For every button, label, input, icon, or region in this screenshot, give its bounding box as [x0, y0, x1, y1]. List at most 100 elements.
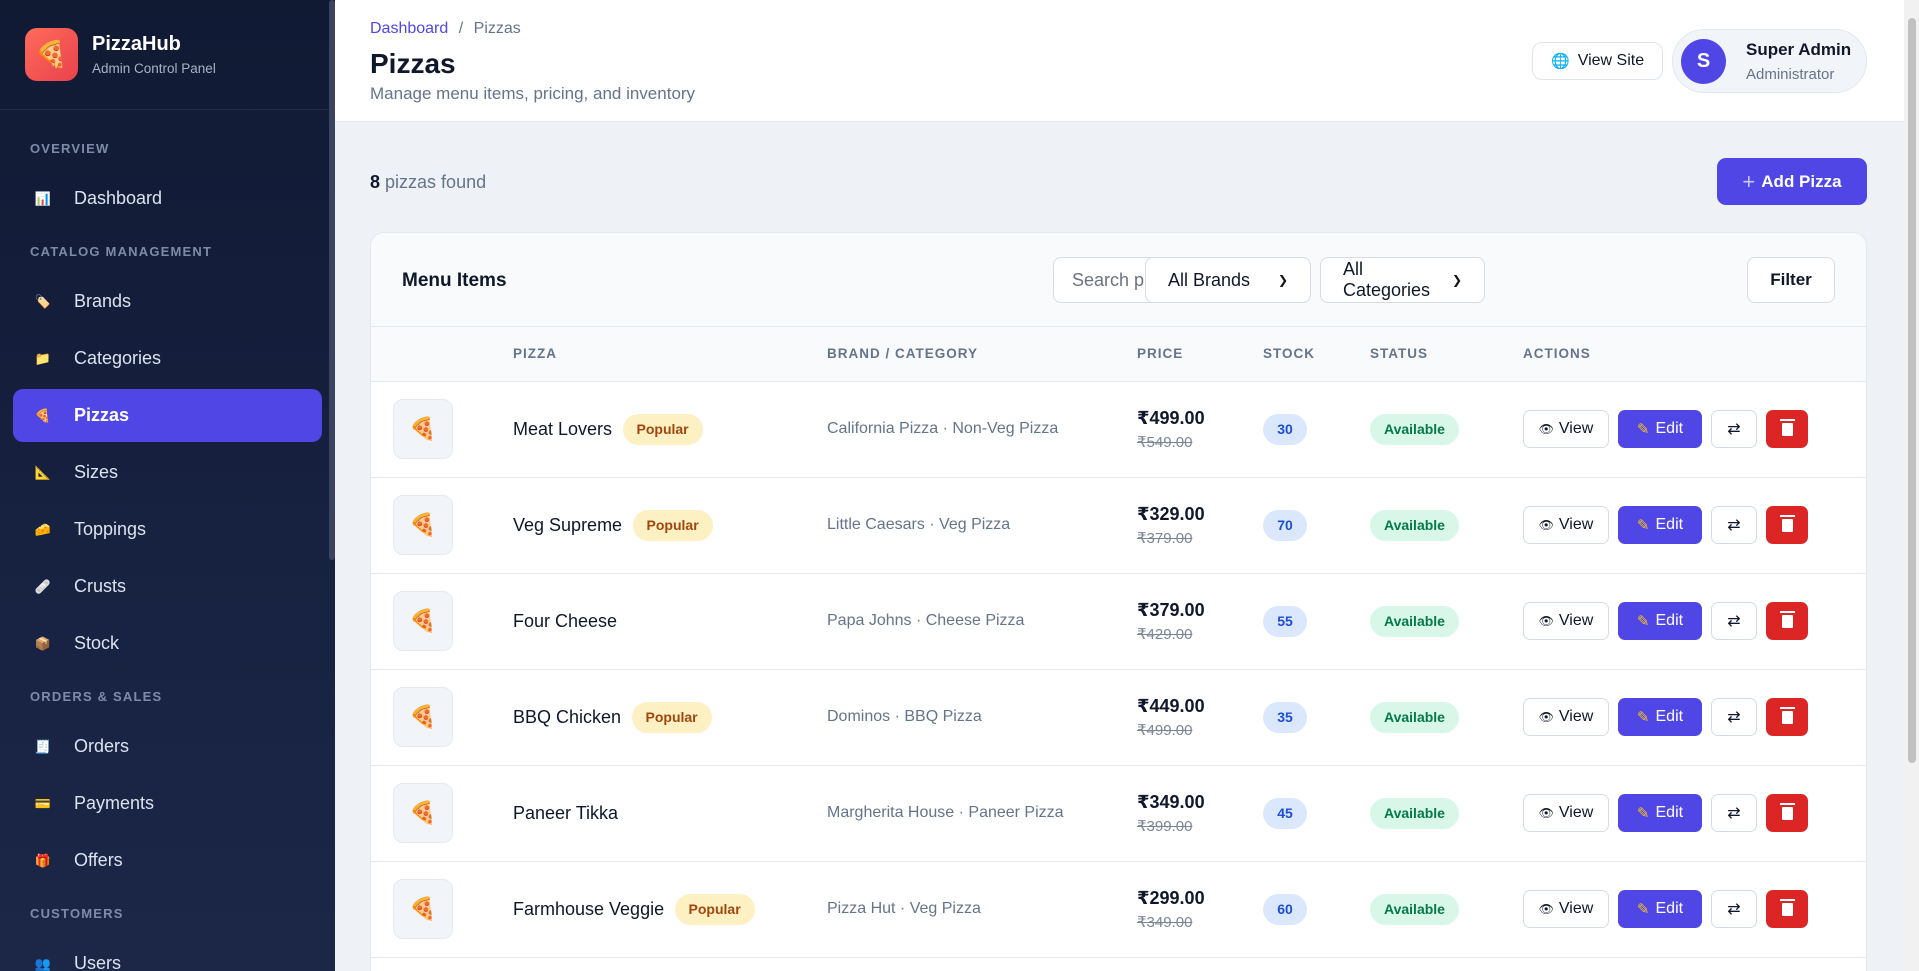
status-badge: Available [1370, 797, 1459, 829]
brand-header[interactable]: 🍕 PizzaHub Admin Control Panel [0, 0, 335, 110]
swap-icon: ⇄ [1727, 613, 1741, 630]
sidebar-item-brands[interactable]: 🏷️ Brands [13, 275, 322, 328]
row-actions: 👁 View ✎ Edit ⇄ [1523, 890, 1866, 928]
delete-button[interactable] [1766, 410, 1808, 448]
toggle-button[interactable]: ⇄ [1711, 698, 1757, 736]
pizza-name: Meat Lovers [513, 418, 613, 439]
app-subtitle: Admin Control Panel [92, 61, 216, 76]
chevron-down-icon: ❯ [1451, 273, 1462, 287]
eye-icon: 👁 [1538, 902, 1554, 916]
brand-category: Papa Johns · Cheese Pizza [827, 612, 1025, 629]
trash-icon [1779, 418, 1795, 436]
sidebar-item-users[interactable]: 👥 Users [13, 937, 322, 971]
trash-icon [1779, 610, 1795, 628]
sidebar-item-payments[interactable]: 💳 Payments [13, 777, 322, 830]
sidebar-item-offers[interactable]: 🎁 Offers [13, 834, 322, 887]
pizza-name: Veg Supreme [513, 514, 623, 535]
sidebar-item-dashboard[interactable]: 📊 Dashboard [13, 172, 322, 225]
toggle-button[interactable]: ⇄ [1711, 410, 1757, 448]
sidebar-item-toppings[interactable]: 🧀 Toppings [13, 503, 322, 556]
filter-button[interactable]: Filter [1747, 257, 1835, 303]
popular-badge: Popular [622, 413, 703, 445]
table-row: 🍕 Farmhouse Veggie Popular Pizza Hut · V… [371, 861, 1866, 957]
add-pizza-button[interactable]: + Add Pizza [1717, 158, 1867, 205]
toggle-button[interactable]: ⇄ [1711, 890, 1757, 928]
sidebar-item-orders[interactable]: 🧾 Orders [13, 720, 322, 773]
sidebar-item-categories[interactable]: 📁 Categories [13, 332, 322, 385]
delete-button[interactable] [1766, 890, 1808, 928]
pizza-table: PIZZA BRAND / CATEGORY PRICE STOCK STATUS ACT… [371, 327, 1866, 958]
stock-badge: 30 [1263, 413, 1307, 445]
swap-icon: ⇄ [1727, 421, 1741, 438]
sidebar-item-stock[interactable]: 📦 Stock [13, 617, 322, 670]
plus-icon: + [1742, 168, 1756, 194]
sidebar-item-crusts[interactable]: 🩹 Crusts [13, 560, 322, 613]
edit-button[interactable]: ✎ Edit [1618, 890, 1702, 928]
sidebar-item-label: Brands [74, 291, 132, 311]
delete-button[interactable] [1766, 602, 1808, 640]
results-count-number: 8 [370, 172, 381, 192]
toggle-button[interactable]: ⇄ [1711, 794, 1757, 832]
pizza-thumbnail-icon: 🍕 [393, 591, 453, 651]
sidebar: 🍕 PizzaHub Admin Control Panel OVERVIEW 📊… [0, 0, 335, 971]
breadcrumb: Dashboard / Pizzas [370, 20, 521, 38]
bandage-icon: 🩹 [34, 578, 52, 594]
delete-button[interactable] [1766, 794, 1808, 832]
row-actions: 👁 View ✎ Edit ⇄ [1523, 602, 1866, 640]
sidebar-item-label: Users [74, 953, 122, 971]
toggle-button[interactable]: ⇄ [1711, 506, 1757, 544]
pizza-name: Paneer Tikka [513, 802, 619, 823]
table-body: 🍕 Meat Lovers Popular California Pizza ·… [371, 381, 1866, 957]
chevron-down-icon: ❯ [1277, 273, 1288, 287]
view-button[interactable]: 👁 View [1523, 506, 1609, 544]
row-actions: 👁 View ✎ Edit ⇄ [1523, 506, 1866, 544]
page-scrollbar-thumb[interactable] [1908, 18, 1916, 763]
view-site-button[interactable]: 🌐 View Site [1532, 42, 1664, 80]
page-scrollbar[interactable] [1904, 0, 1919, 971]
pizza-thumbnail-icon: 🍕 [393, 687, 453, 747]
popular-badge: Popular [674, 893, 755, 925]
sidebar-item-label: Pizzas [74, 405, 130, 425]
status-badge: Available [1370, 893, 1459, 925]
pizza-logo-icon: 🍕 [25, 28, 78, 81]
breadcrumb-dashboard-link[interactable]: Dashboard [370, 20, 448, 37]
sidebar-item-sizes[interactable]: 📐 Sizes [13, 446, 322, 499]
swap-icon: ⇄ [1727, 517, 1741, 534]
edit-button[interactable]: ✎ Edit [1618, 410, 1702, 448]
table-row: 🍕 Veg Supreme Popular Little Caesars · V… [371, 477, 1866, 573]
category-filter-select[interactable]: All Categories ❯ [1320, 257, 1485, 303]
edit-button[interactable]: ✎ Edit [1618, 602, 1702, 640]
view-button[interactable]: 👁 View [1523, 698, 1609, 736]
swap-icon: ⇄ [1727, 901, 1741, 918]
pencil-icon: ✎ [1636, 901, 1650, 918]
edit-button[interactable]: ✎ Edit [1618, 506, 1702, 544]
brand-category: Margherita House · Paneer Pizza [827, 804, 1064, 821]
sidebar-item-pizzas[interactable]: 🍕 Pizzas [13, 389, 322, 442]
brand-category: Dominos · BBQ Pizza [827, 708, 982, 725]
toggle-button[interactable]: ⇄ [1711, 602, 1757, 640]
delete-button[interactable] [1766, 698, 1808, 736]
add-pizza-label: Add Pizza [1761, 171, 1842, 191]
brand-filter-select[interactable]: All Brands ❯ [1145, 257, 1311, 303]
sidebar-item-label: Categories [74, 348, 162, 368]
view-button[interactable]: 👁 View [1523, 410, 1609, 448]
delete-button[interactable] [1766, 506, 1808, 544]
sidebar-item-label: Offers [74, 850, 123, 870]
card-title: Menu Items [402, 270, 507, 291]
stock-badge: 45 [1263, 797, 1307, 829]
edit-button[interactable]: ✎ Edit [1618, 698, 1702, 736]
popular-badge: Popular [631, 701, 712, 733]
view-button[interactable]: 👁 View [1523, 602, 1609, 640]
table-row: 🍕 Four Cheese Papa Johns · Cheese Pizza … [371, 573, 1866, 669]
user-menu[interactable]: S Super Admin Administrator [1672, 29, 1867, 93]
pizza-thumbnail-icon: 🍕 [393, 399, 453, 459]
view-button[interactable]: 👁 View [1523, 890, 1609, 928]
view-button[interactable]: 👁 View [1523, 794, 1609, 832]
package-icon: 📦 [34, 635, 52, 651]
edit-button[interactable]: ✎ Edit [1618, 794, 1702, 832]
top-header: Dashboard / Pizzas Pizzas Manage menu it… [335, 0, 1904, 122]
status-badge: Available [1370, 413, 1459, 445]
